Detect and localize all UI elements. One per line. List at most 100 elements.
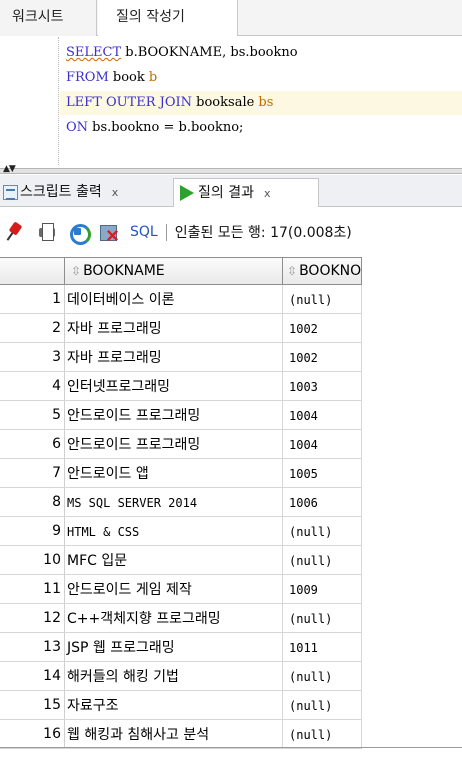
cell-bookno[interactable]: 1005: [283, 459, 362, 488]
cell-bookname[interactable]: 안드로이드 게임 제작: [65, 575, 283, 604]
code-token: ON: [66, 120, 89, 135]
sql-editor[interactable]: SELECT b.BOOKNAME, bs.bookno FROM book bL…: [0, 37, 462, 165]
code-token: bs.bookno = b.bookno;: [88, 120, 244, 135]
collapse-arrows-icon[interactable]: ▲▼: [3, 165, 16, 174]
table-row[interactable]: 10 MFC 입문 (null): [0, 546, 462, 575]
cell-bookname[interactable]: C++객체지향 프로그래밍: [65, 604, 283, 633]
cell-bookno[interactable]: 1006: [283, 488, 362, 517]
table-row[interactable]: 4 인터넷프로그래밍 1003: [0, 372, 462, 401]
close-icon[interactable]: x: [264, 180, 271, 207]
row-number: 12: [0, 604, 65, 633]
row-number: 13: [0, 633, 65, 662]
cell-bookno[interactable]: (null): [283, 604, 362, 633]
table-row[interactable]: 15 자료구조 (null): [0, 691, 462, 720]
table-row[interactable]: 14 해커들의 해킹 기법 (null): [0, 662, 462, 691]
tab-worksheet[interactable]: 워크시트: [0, 0, 97, 36]
cell-bookno[interactable]: 1011: [283, 633, 362, 662]
column-header-bookno[interactable]: ⇳ BOOKNO: [282, 257, 362, 285]
cell-bookname[interactable]: 안드로이드 앱: [65, 459, 283, 488]
column-header-bookname[interactable]: ⇳ BOOKNAME: [64, 257, 283, 285]
cell-bookname[interactable]: JSP 웹 프로그래밍: [65, 633, 283, 662]
cell-bookno[interactable]: (null): [283, 691, 362, 720]
pane-splitter[interactable]: ▲▼: [0, 165, 462, 174]
cell-bookname[interactable]: 자료구조: [65, 691, 283, 720]
code-line[interactable]: LEFT OUTER JOIN booksale bs: [60, 91, 462, 115]
table-row[interactable]: 2 자바 프로그래밍 1002: [0, 314, 462, 343]
sort-icon: ⇳: [287, 264, 298, 278]
cell-bookno[interactable]: (null): [283, 662, 362, 691]
cell-bookname[interactable]: 안드로이드 프로그래밍: [65, 430, 283, 459]
code-token: book: [108, 70, 149, 85]
table-row[interactable]: 11 안드로이드 게임 제작 1009: [0, 575, 462, 604]
code-line[interactable]: FROM book b: [66, 66, 157, 90]
cell-bookno[interactable]: 1002: [283, 343, 362, 372]
table-row[interactable]: 1 데이터베이스 이론 (null): [0, 285, 462, 314]
table-row[interactable]: 9 HTML & CSS (null): [0, 517, 462, 546]
tab-query-result-label: 질의 결과: [198, 184, 254, 201]
cell-bookname[interactable]: MFC 입문: [65, 546, 283, 575]
output-tab-bar: 스크립트 출력 x 질의 결과 x: [0, 175, 462, 207]
table-row[interactable]: 5 안드로이드 프로그래밍 1004: [0, 401, 462, 430]
tab-script-output[interactable]: 스크립트 출력 x: [3, 178, 169, 207]
cell-bookno[interactable]: (null): [283, 720, 362, 749]
row-number: 8: [0, 488, 65, 517]
print-icon[interactable]: [37, 222, 57, 242]
close-icon[interactable]: x: [112, 179, 119, 206]
refresh-icon[interactable]: [68, 222, 91, 245]
tab-query-result[interactable]: 질의 결과 x: [173, 178, 319, 207]
cell-bookname[interactable]: 해커들의 해킹 기법: [65, 662, 283, 691]
cell-bookname[interactable]: HTML & CSS: [65, 517, 283, 546]
cell-bookno[interactable]: (null): [283, 517, 362, 546]
cell-bookname[interactable]: 데이터베이스 이론: [65, 285, 283, 314]
cell-bookname[interactable]: 자바 프로그래밍: [65, 343, 283, 372]
cell-bookname[interactable]: 인터넷프로그래밍: [65, 372, 283, 401]
cell-bookname[interactable]: 안드로이드 프로그래밍: [65, 401, 283, 430]
row-number: 10: [0, 546, 65, 575]
code-line[interactable]: ON bs.bookno = b.bookno;: [66, 116, 243, 140]
code-token: LEFT OUTER JOIN: [66, 95, 193, 110]
tab-query-builder[interactable]: 질의 작성기: [98, 0, 238, 36]
row-number: 4: [0, 372, 65, 401]
row-number: 9: [0, 517, 65, 546]
table-row[interactable]: 8 MS SQL SERVER 2014 1006: [0, 488, 462, 517]
cell-bookname[interactable]: 자바 프로그래밍: [65, 314, 283, 343]
cell-bookno[interactable]: 1009: [283, 575, 362, 604]
play-icon: [180, 185, 194, 201]
sort-icon: ⇳: [71, 264, 82, 278]
row-number: 2: [0, 314, 65, 343]
code-token: bs: [258, 95, 274, 110]
editor-gutter: [58, 37, 59, 165]
editor-tab-bar: 워크시트 질의 작성기: [0, 0, 462, 36]
row-number: 11: [0, 575, 65, 604]
row-number: 1: [0, 285, 65, 314]
pin-icon[interactable]: [6, 222, 26, 242]
code-token: booksale: [192, 95, 259, 110]
cell-bookno[interactable]: 1003: [283, 372, 362, 401]
cell-bookname[interactable]: 웹 해킹과 침해사고 분석: [65, 720, 283, 749]
table-row[interactable]: 13 JSP 웹 프로그래밍 1011: [0, 633, 462, 662]
table-row[interactable]: 16 웹 해킹과 침해사고 분석 (null): [0, 720, 462, 749]
table-row[interactable]: 7 안드로이드 앱 1005: [0, 459, 462, 488]
cell-bookname[interactable]: MS SQL SERVER 2014: [65, 488, 283, 517]
code-token: b: [148, 70, 158, 85]
code-line[interactable]: SELECT b.BOOKNAME, bs.bookno: [66, 41, 298, 65]
table-row[interactable]: 6 안드로이드 프로그래밍 1004: [0, 430, 462, 459]
table-row[interactable]: 3 자바 프로그래밍 1002: [0, 343, 462, 372]
cancel-export-icon[interactable]: [99, 222, 119, 242]
result-grid[interactable]: ⇳ BOOKNAME ⇳ BOOKNO 1 데이터베이스 이론 (null) 2 자바 프로…: [0, 257, 462, 759]
row-number: 16: [0, 720, 65, 749]
row-number: 6: [0, 430, 65, 459]
cell-bookno[interactable]: (null): [283, 546, 362, 575]
result-toolbar: SQL 인출된 모든 행: 17(0.008초): [0, 217, 462, 247]
cell-bookno[interactable]: 1004: [283, 430, 362, 459]
table-row[interactable]: 12 C++객체지향 프로그래밍 (null): [0, 604, 462, 633]
row-number: 3: [0, 343, 65, 372]
sql-button[interactable]: SQL: [130, 224, 158, 240]
row-number: 15: [0, 691, 65, 720]
script-output-icon: [3, 185, 18, 200]
column-header-bookname-label: BOOKNAME: [83, 263, 165, 279]
cell-bookno[interactable]: (null): [283, 285, 362, 314]
cell-bookno[interactable]: 1004: [283, 401, 362, 430]
cell-bookno[interactable]: 1002: [283, 314, 362, 343]
tab-script-output-label: 스크립트 출력: [20, 184, 102, 200]
